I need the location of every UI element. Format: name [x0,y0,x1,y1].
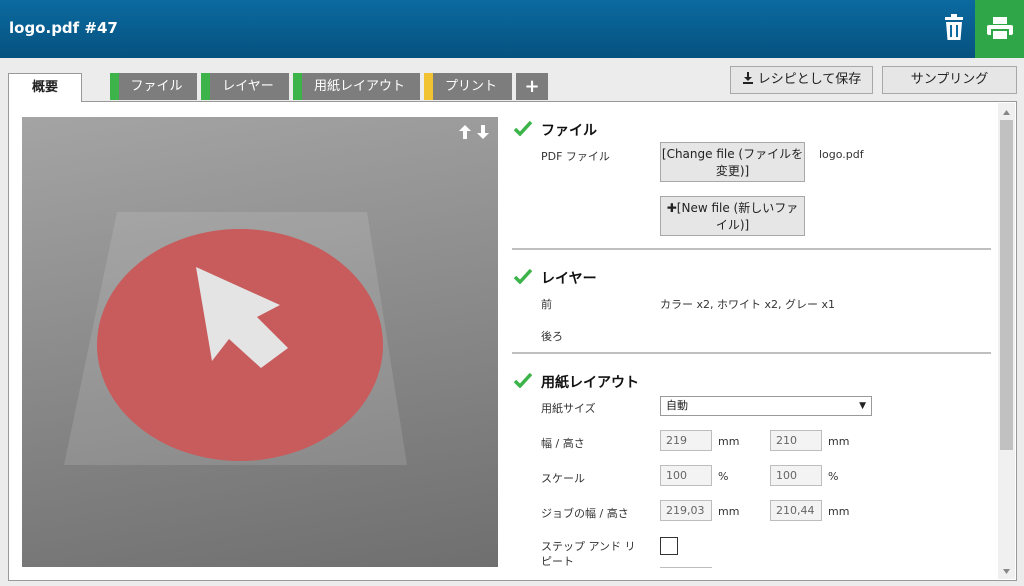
printer-icon [987,17,1013,41]
pdf-filename: logo.pdf [819,148,864,161]
sampling-button[interactable]: サンプリング [882,66,1017,94]
plus-icon: ✚ [666,201,677,215]
status-ok-stripe [110,73,119,100]
step-repeat-checkbox[interactable] [660,537,678,555]
partial-field-edge [660,567,712,568]
new-file-label: [New file (新しいファイル)] [676,201,799,232]
checkmark-icon [514,120,532,136]
back-label: 後ろ [541,330,563,343]
width-input[interactable]: 219 [660,430,712,451]
width-height-label: 幅 / 高さ [541,437,585,450]
plus-icon: + [524,76,540,97]
preview-canvas [64,212,407,465]
status-ok-stripe [201,73,210,100]
trash-icon [945,14,963,40]
add-tab-button[interactable]: + [516,73,548,100]
dropdown-arrow-icon: ▼ [859,401,866,411]
tab-file[interactable]: ファイル [110,73,197,100]
tab-paper-layout[interactable]: 用紙レイアウト [293,73,420,100]
download-icon [742,72,753,84]
tab-label: プリント [444,79,497,94]
up-down-arrows-icon[interactable] [458,125,492,139]
scroll-up-arrow-icon[interactable] [1001,107,1012,118]
save-as-recipe-button[interactable]: レシピとして保存 [730,66,873,94]
checkmark-icon [514,268,532,284]
unit-mm: mm [718,435,740,448]
status-ok-stripe [293,73,302,100]
checkmark-icon [514,372,532,388]
unit-mm: mm [828,505,850,518]
new-file-button[interactable]: ✚[New file (新しいファイル)] [660,196,805,236]
tab-print[interactable]: プリント [424,73,512,100]
change-file-label: [Change file (ファイルを変更)] [661,147,804,178]
job-height-input[interactable]: 210,44 [770,500,822,521]
change-file-button[interactable]: [Change file (ファイルを変更)] [660,142,805,182]
tab-label: 概要 [31,80,58,95]
save-as-recipe-label: レシピとして保存 [757,72,862,87]
scrollbar-thumb[interactable] [1000,120,1013,450]
step-repeat-label: ステップ アンド リピート [541,540,636,568]
unit-percent: % [718,470,729,483]
file-section-title: ファイル [541,123,597,139]
page-title: logo.pdf #47 [9,19,118,37]
front-label: 前 [541,298,552,311]
delete-button[interactable] [936,10,972,46]
unit-mm: mm [828,435,850,448]
sampling-label: サンプリング [910,72,989,87]
layer-section-title: レイヤー [541,271,597,287]
status-warning-stripe [424,73,433,100]
tab-overview[interactable]: 概要 [8,73,82,102]
paper-layout-section-title: 用紙レイアウト [541,375,639,391]
job-width-input[interactable]: 219,03 [660,500,712,521]
tab-label: ファイル [130,79,183,94]
tab-label: 用紙レイアウト [313,79,405,94]
tab-layer[interactable]: レイヤー [201,73,289,100]
print-button[interactable] [975,0,1024,58]
unit-percent: % [828,470,839,483]
scale-x-input[interactable]: 100 [660,465,712,486]
scale-label: スケール [541,472,585,485]
scale-y-input[interactable]: 100 [770,465,822,486]
paper-size-value: 自動 [666,399,688,412]
section-divider [512,248,991,250]
print-preview[interactable] [22,117,498,567]
app-header [0,0,1024,58]
paper-size-select[interactable]: 自動 ▼ [660,396,872,416]
job-size-label: ジョブの幅 / 高さ [541,507,629,520]
pdf-file-label: PDF ファイル [541,150,610,163]
tab-label: レイヤー [222,79,274,94]
front-layers-value: カラー x2, ホワイト x2, グレー x1 [660,298,836,311]
scroll-down-arrow-icon[interactable] [1001,566,1012,577]
unit-mm: mm [718,505,740,518]
height-input[interactable]: 210 [770,430,822,451]
paper-size-label: 用紙サイズ [541,402,596,415]
section-divider [512,352,991,354]
